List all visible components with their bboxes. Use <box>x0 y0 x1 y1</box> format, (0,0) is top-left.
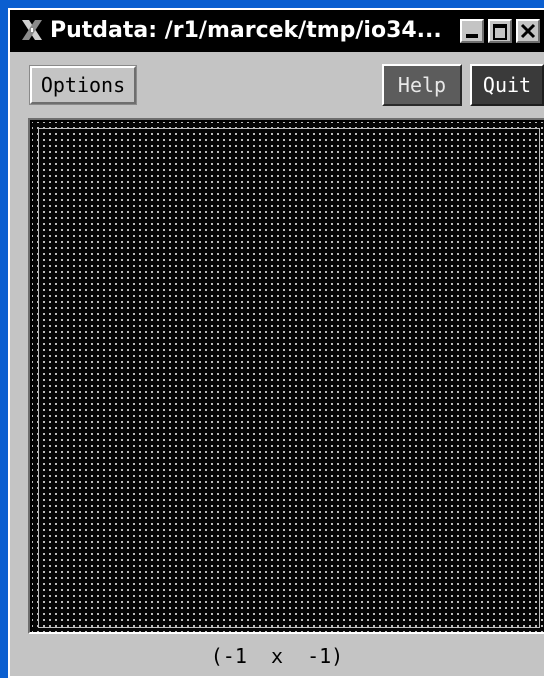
coordinate-readout: (-1 x -1) <box>210 644 344 668</box>
title-bar[interactable]: Putdata: /r1/marcek/tmp/io34... <box>10 10 544 52</box>
minimize-icon[interactable] <box>460 19 484 43</box>
quit-button[interactable]: Quit <box>470 64 544 106</box>
canvas-border <box>38 128 540 628</box>
maximize-icon[interactable] <box>488 19 512 43</box>
close-icon[interactable] <box>516 19 540 43</box>
window-title: Putdata: /r1/marcek/tmp/io34... <box>50 18 442 43</box>
options-button[interactable]: Options <box>29 65 137 105</box>
data-canvas-frame <box>28 118 544 634</box>
putdata-window: Putdata: /r1/marcek/tmp/io34... Options … <box>8 8 544 678</box>
help-button[interactable]: Help <box>382 64 462 106</box>
toolbar: Options Help Quit <box>10 52 544 118</box>
status-bar: (-1 x -1) <box>10 634 544 678</box>
x-logo-icon[interactable] <box>20 18 44 42</box>
data-canvas[interactable] <box>32 122 544 632</box>
